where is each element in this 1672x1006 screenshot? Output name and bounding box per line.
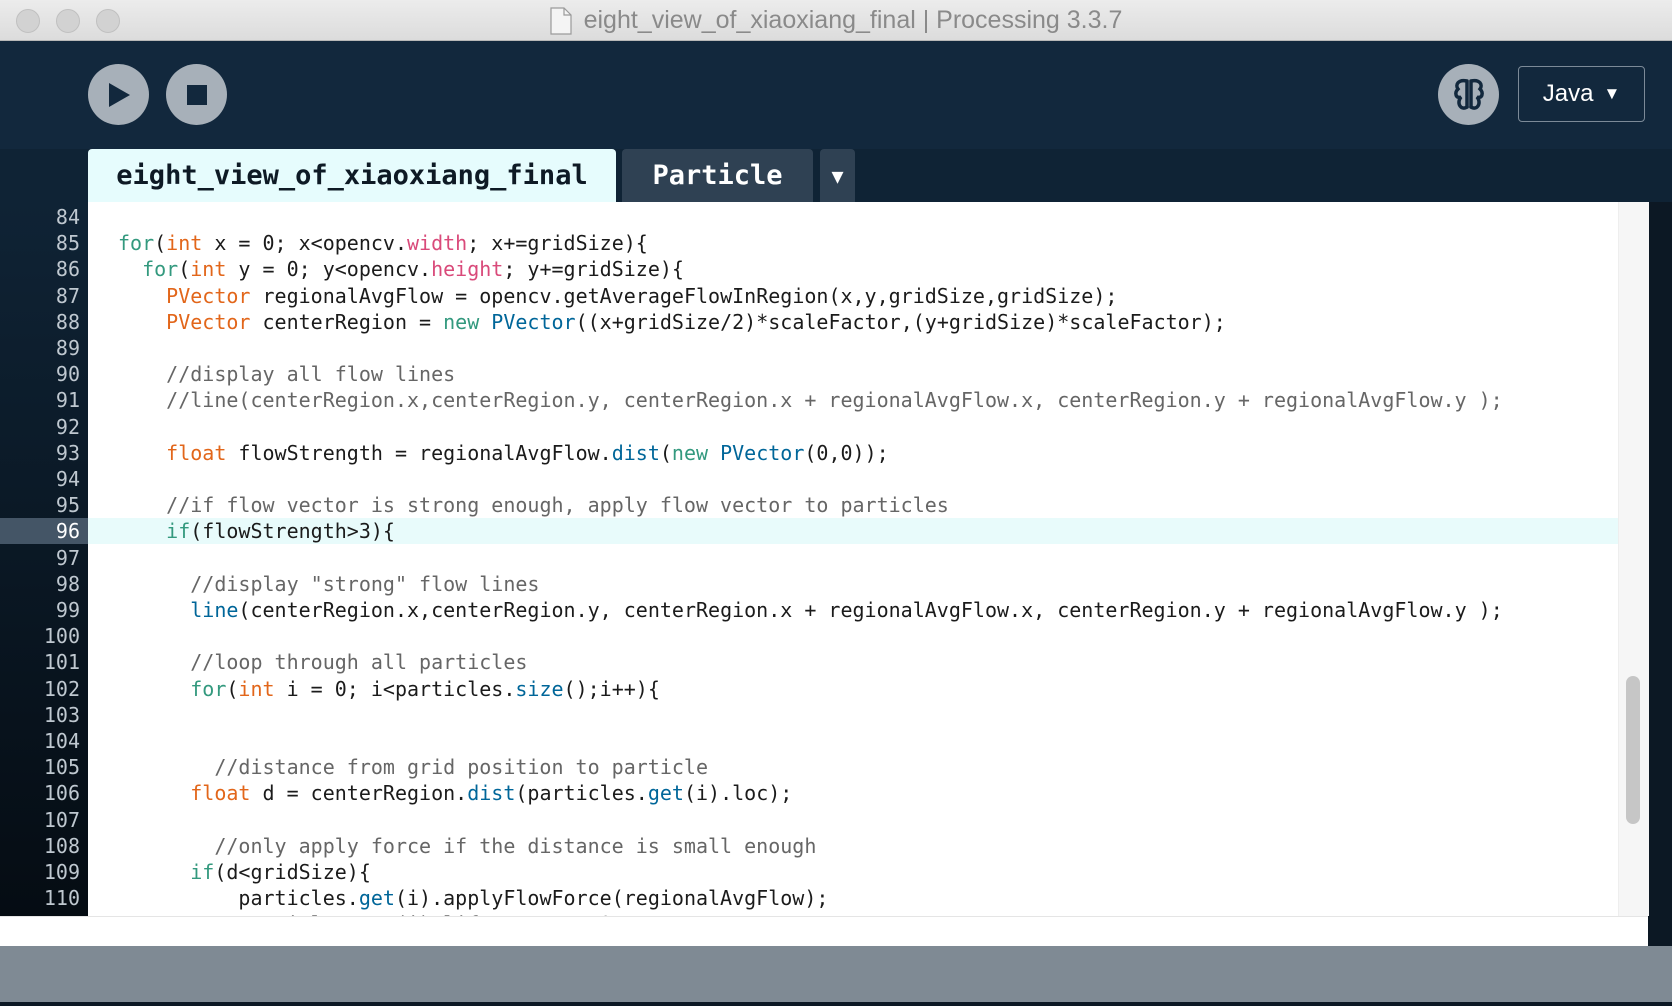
line-number: 105: [43, 755, 80, 780]
code-line[interactable]: if(d<gridSize){: [118, 859, 371, 885]
tab-menu-button[interactable]: ▼: [820, 149, 855, 202]
code-line[interactable]: float d = centerRegion.dist(particles.ge…: [118, 780, 792, 806]
line-number: 84: [55, 205, 80, 229]
line-number: 85: [55, 231, 80, 256]
horizontal-scrollbar[interactable]: [0, 916, 1648, 946]
line-number: 107: [43, 807, 80, 832]
code-line[interactable]: //display "strong" flow lines: [118, 571, 539, 597]
title-bar: eight_view_of_xiaoxiang_final | Processi…: [0, 0, 1672, 41]
line-number: 93: [55, 440, 80, 465]
code-line[interactable]: if(flowStrength>3){: [118, 518, 395, 544]
line-number: 110: [43, 886, 80, 911]
line-number: 103: [43, 702, 80, 727]
code-line[interactable]: //loop through all particles: [118, 649, 527, 675]
line-number: 90: [55, 362, 80, 387]
line-number: 98: [55, 571, 80, 596]
vertical-scrollbar-thumb[interactable]: [1626, 676, 1640, 824]
code-editor[interactable]: for(int x = 0; x<opencv.width; x+=gridSi…: [88, 202, 1648, 916]
debugger-butterfly-icon: [1453, 78, 1484, 110]
code-line[interactable]: for(int i = 0; i<particles.size();i++){: [118, 676, 660, 702]
line-number: 108: [43, 833, 80, 858]
toolbar: Java ▼: [0, 41, 1672, 149]
play-icon: [108, 82, 130, 107]
line-number: 89: [55, 336, 80, 360]
stop-button[interactable]: [166, 64, 227, 125]
mode-selector[interactable]: Java ▼: [1518, 66, 1645, 122]
sketch-tabs: eight_view_of_xiaoxiang_final Particle ▼: [0, 149, 1672, 202]
line-number: 92: [55, 414, 80, 439]
code-line[interactable]: //if flow vector is strong enough, apply…: [118, 492, 949, 518]
line-number: 99: [55, 598, 80, 622]
line-number: 87: [55, 283, 80, 308]
document-icon: [549, 6, 572, 35]
code-line[interactable]: for(int x = 0; x<opencv.width; x+=gridSi…: [118, 230, 648, 256]
code-line[interactable]: PVector regionalAvgFlow = opencv.getAver…: [118, 283, 1117, 309]
line-number: 88: [55, 309, 80, 334]
tab-label: eight_view_of_xiaoxiang_final: [116, 160, 588, 191]
line-number: 109: [43, 860, 80, 884]
code-line[interactable]: //line(centerRegion.x,centerRegion.y, ce…: [118, 387, 1503, 413]
line-number: 96: [55, 519, 80, 544]
mode-label: Java: [1542, 80, 1594, 107]
line-number-gutter: 84 85 86 87 88 89 90 91 92 93 94 95 96 97 98 99 100 101 10…: [0, 202, 88, 936]
tab-label: Particle: [652, 160, 783, 191]
code-line[interactable]: //only apply force if the distance is sm…: [118, 833, 816, 859]
line-number: 91: [55, 388, 80, 413]
line-number: 104: [43, 729, 80, 753]
code-line[interactable]: line(centerRegion.x,centerRegion.y, cent…: [118, 597, 1502, 623]
line-number: 106: [43, 781, 80, 806]
line-number: 95: [55, 493, 80, 518]
stop-icon: [186, 84, 207, 105]
line-number: 97: [55, 545, 80, 570]
chevron-down-icon: ▼: [831, 163, 844, 188]
tab-main-sketch[interactable]: eight_view_of_xiaoxiang_final: [88, 149, 616, 202]
window-title: eight_view_of_xiaoxiang_final | Processi…: [583, 6, 1123, 34]
status-footer: [0, 946, 1672, 1002]
code-line[interactable]: //display all flow lines: [118, 361, 455, 387]
line-number: 86: [55, 257, 80, 282]
window-bottom-edge: [0, 1002, 1672, 1006]
code-line[interactable]: //distance from grid position to particl…: [118, 754, 708, 780]
tab-particle[interactable]: Particle: [622, 149, 813, 202]
line-number: 94: [55, 467, 80, 491]
window-title-group: eight_view_of_xiaoxiang_final | Processi…: [0, 0, 1672, 41]
line-number: 102: [43, 676, 80, 701]
debugger-button[interactable]: [1438, 64, 1499, 125]
code-line[interactable]: float flowStrength = regionalAvgFlow.dis…: [118, 440, 889, 466]
code-line[interactable]: for(int y = 0; y<opencv.height; y+=gridS…: [118, 256, 684, 282]
code-line[interactable]: PVector centerRegion = new PVector((x+gr…: [118, 309, 1226, 335]
code-line[interactable]: particles.get(i).applyFlowForce(regional…: [118, 885, 828, 911]
line-number: 101: [43, 650, 80, 675]
run-button[interactable]: [88, 64, 149, 125]
line-number: 100: [43, 624, 80, 649]
chevron-down-icon: ▼: [1603, 84, 1621, 103]
